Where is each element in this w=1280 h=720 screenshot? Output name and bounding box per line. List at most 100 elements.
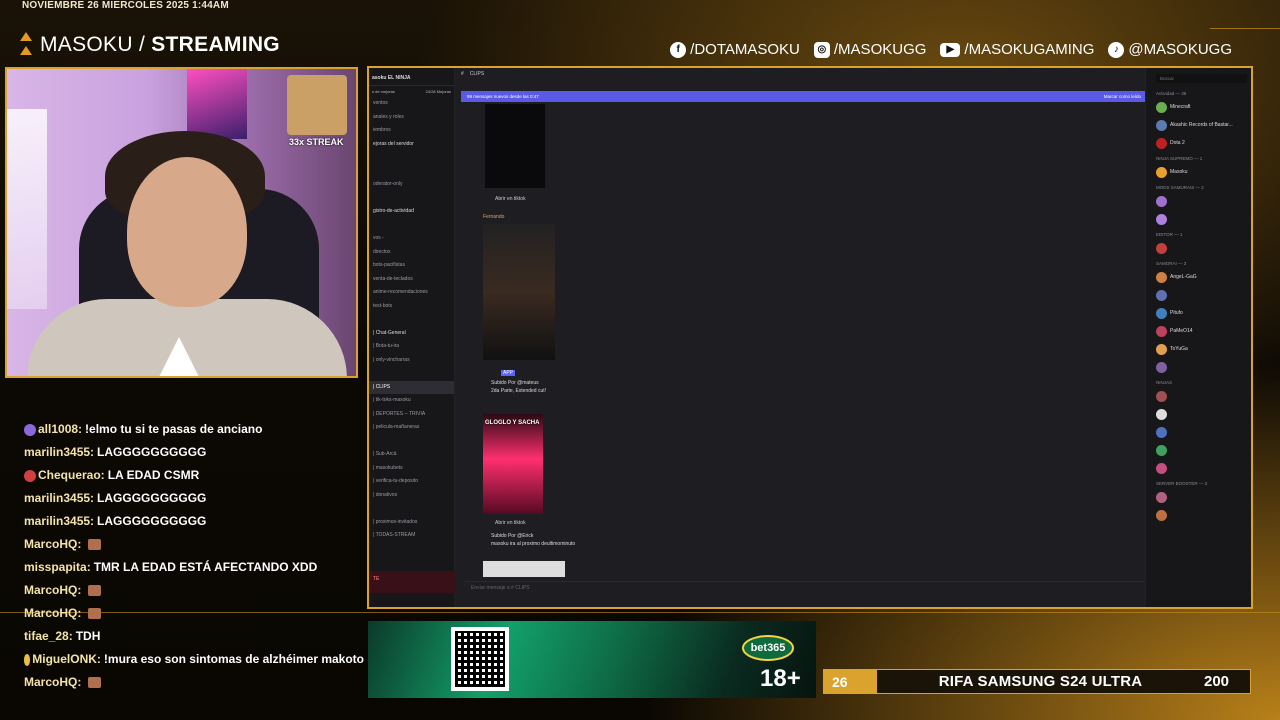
avatar xyxy=(1156,325,1167,337)
chat-username[interactable]: MiguelONK: xyxy=(32,651,101,668)
social-link[interactable]: ▶/MASOKUGAMING xyxy=(940,41,1094,58)
channel-item[interactable]: ventos xyxy=(369,97,454,111)
message-input[interactable]: Enviar mensaje a # CLIPS xyxy=(465,581,1145,593)
badge-icon xyxy=(24,469,36,482)
member-item[interactable] xyxy=(1146,423,1251,441)
chat-username[interactable]: Chequerao: xyxy=(38,467,105,484)
channel-item[interactable]: oderator-only xyxy=(369,178,454,192)
decorative-line xyxy=(1210,28,1280,29)
member-item[interactable]: Masoku xyxy=(1146,163,1251,181)
channel-item[interactable]: | DEPORTES -- TRIVIA xyxy=(369,408,454,422)
message-author[interactable]: Fernando xyxy=(483,214,504,220)
facebook-icon: f xyxy=(670,41,687,58)
social-link[interactable]: ◎/MASOKUGG xyxy=(813,41,926,58)
video-embed[interactable] xyxy=(485,104,545,188)
channel-item[interactable] xyxy=(369,151,454,165)
member-item[interactable]: AngeL-GaG xyxy=(1146,268,1251,286)
channel-item[interactable]: anime-recomendaciones xyxy=(369,286,454,300)
channel-item[interactable]: ejoras del servidor xyxy=(369,138,454,152)
avatar xyxy=(1156,101,1167,113)
member-item[interactable]: ToYuGa xyxy=(1146,340,1251,358)
channel-item[interactable]: gistro-de-actividad xyxy=(369,205,454,219)
channel-item[interactable] xyxy=(369,219,454,233)
channel-item[interactable]: | Chat-General xyxy=(369,327,454,341)
member-item[interactable] xyxy=(1146,358,1251,376)
member-item[interactable] xyxy=(1146,441,1251,459)
member-name: PaMeO14 xyxy=(1170,328,1193,334)
channel-item[interactable] xyxy=(369,367,454,381)
video-embed[interactable] xyxy=(483,561,565,577)
member-item[interactable]: Pitufo xyxy=(1146,304,1251,322)
member-item[interactable] xyxy=(1146,286,1251,304)
member-item[interactable]: Akashic Records of Bastar... xyxy=(1146,116,1251,134)
chat-text: LAGGGGGGGGGG xyxy=(97,445,207,459)
channel-item[interactable] xyxy=(369,192,454,206)
server-name[interactable]: asoku EL NINJA xyxy=(369,68,454,86)
channel-item[interactable] xyxy=(369,165,454,179)
member-item[interactable] xyxy=(1146,239,1251,257)
avatar xyxy=(1156,462,1167,474)
video-embed[interactable] xyxy=(483,224,555,360)
member-item[interactable] xyxy=(1146,459,1251,477)
chat-username[interactable]: MarcoHQ: xyxy=(24,674,81,691)
channel-item[interactable] xyxy=(369,502,454,516)
channel-item[interactable]: directos xyxy=(369,246,454,260)
chat-username[interactable]: misspapita: xyxy=(24,559,91,576)
open-tiktok-link[interactable]: Abrir en tiktok xyxy=(495,520,526,526)
channel-item[interactable]: | pelicula-mañaneras xyxy=(369,421,454,435)
channel-item[interactable] xyxy=(369,435,454,449)
boost-progress[interactable]: s de mejoras 24/28 Mejoras xyxy=(369,86,454,97)
channel-item[interactable]: test-bots xyxy=(369,300,454,314)
new-messages-banner[interactable]: 99 mensajes nuevos desde las 0:47 Marcar… xyxy=(461,91,1147,102)
channel-item[interactable]: | masokubets xyxy=(369,462,454,476)
chat-username[interactable]: MarcoHQ: xyxy=(24,536,81,553)
chat-username[interactable]: marilin3455: xyxy=(24,513,94,530)
member-item[interactable] xyxy=(1146,387,1251,405)
channel-item[interactable]: | CLIPS xyxy=(369,380,454,394)
brand-name: MASOKU / xyxy=(40,33,146,56)
open-tiktok-link[interactable]: Abrir en tiktok xyxy=(495,196,526,202)
avatar xyxy=(1156,343,1167,355)
channel-item[interactable]: | verifica-tu-deposito xyxy=(369,475,454,489)
channel-item[interactable] xyxy=(369,313,454,327)
member-item[interactable] xyxy=(1146,488,1251,506)
social-link[interactable]: ♪ @MASOKUGG xyxy=(1108,41,1232,58)
uploaded-by: Subido Por @mateus xyxy=(491,380,539,386)
channel-item[interactable]: bots-pacifistas xyxy=(369,259,454,273)
member-item[interactable] xyxy=(1146,506,1251,524)
avatar xyxy=(1156,213,1167,225)
member-item[interactable] xyxy=(1146,192,1251,210)
channel-item[interactable]: | proximos-invitados xyxy=(369,516,454,530)
channel-item[interactable]: | TODAS-STREAM xyxy=(369,529,454,543)
date-time: NOVIEMBRE 26 MIERCOLES 2025 1:44AM xyxy=(22,0,229,11)
chat-username[interactable]: marilin3455: xyxy=(24,490,94,507)
channel-item[interactable]: | Sub-Arcā xyxy=(369,448,454,462)
avatar xyxy=(1156,307,1167,319)
chat-username[interactable]: all1008: xyxy=(38,421,82,438)
chat-username[interactable]: tifae_28: xyxy=(24,628,73,645)
channel-item[interactable]: | only-vincharras xyxy=(369,354,454,368)
member-item[interactable]: PaMeO14 xyxy=(1146,322,1251,340)
chat-username[interactable]: MarcoHQ: xyxy=(24,605,81,622)
discord-window: asoku EL NINJA s de mejoras 24/28 Mejora… xyxy=(367,66,1253,609)
chat-username[interactable]: marilin3455: xyxy=(24,444,94,461)
chat-username[interactable]: MarcoHQ: xyxy=(24,582,81,599)
chat-message: MiguelONK: !mura eso son sintomas de alzh… xyxy=(24,648,364,671)
social-link[interactable]: f/DOTAMASOKU xyxy=(670,41,800,58)
search-input[interactable]: Buscar xyxy=(1156,74,1247,83)
channel-item[interactable]: anales y roles xyxy=(369,111,454,125)
channel-item[interactable]: | donativos xyxy=(369,489,454,503)
member-item[interactable]: Dota 2 xyxy=(1146,134,1251,152)
channel-item[interactable]: iembros xyxy=(369,124,454,138)
member-item[interactable] xyxy=(1146,405,1251,423)
member-item[interactable] xyxy=(1146,210,1251,228)
channel-item[interactable]: | Bota-tu-ira xyxy=(369,340,454,354)
user-bar[interactable]: TE xyxy=(369,571,455,593)
channel-item[interactable]: vos - xyxy=(369,232,454,246)
member-item[interactable]: Minecraft xyxy=(1146,98,1251,116)
member-group-header: MODS SAMURAIS — 2 xyxy=(1156,185,1204,190)
channel-item[interactable]: venta-de-teclados xyxy=(369,273,454,287)
channel-item[interactable]: | tik-toks-masoku xyxy=(369,394,454,408)
mark-read-button[interactable]: Marcar como leído xyxy=(1104,94,1141,99)
video-embed[interactable]: GLOGLO Y SACHA xyxy=(483,414,543,514)
